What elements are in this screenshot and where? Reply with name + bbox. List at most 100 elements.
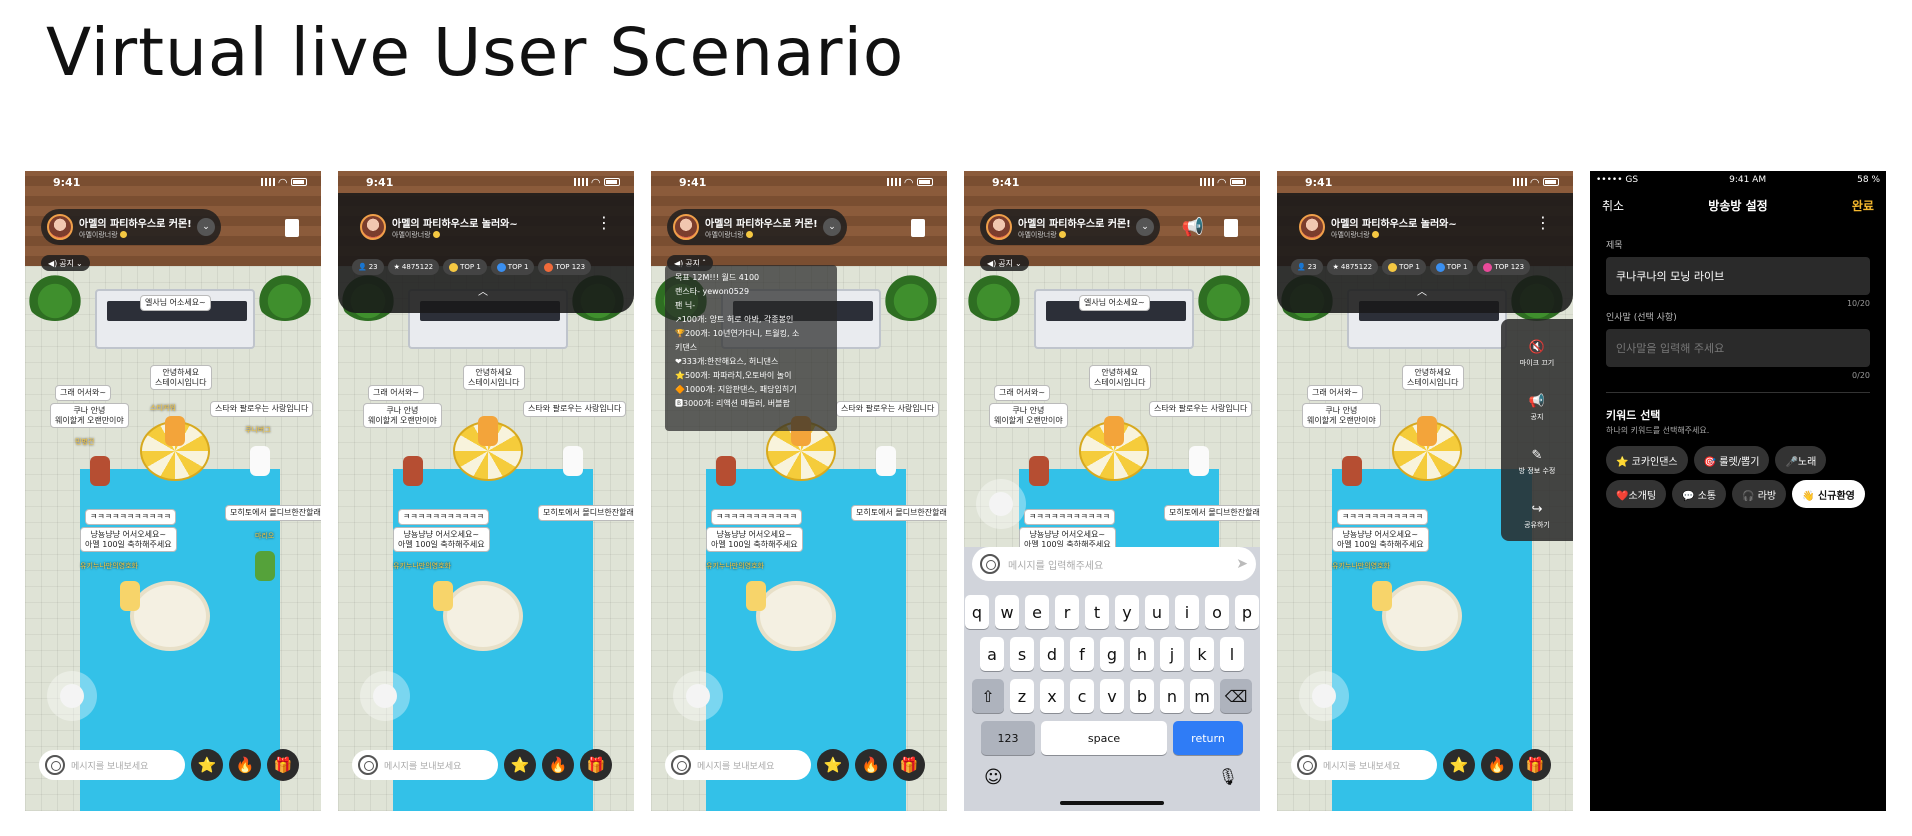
room-header[interactable]: 아멜의 파티하우스로 놀러와~ 아멜이랑너랑 [1293,209,1533,245]
avatar-character[interactable] [165,416,185,446]
keyword-chip[interactable]: 🎤노래 [1775,446,1827,474]
avatar-character[interactable] [563,446,583,476]
rank-badge[interactable]: TOP 1 [490,259,535,275]
avatar-character[interactable] [1189,446,1209,476]
avatar-character[interactable] [433,581,453,611]
host-avatar[interactable] [986,214,1012,240]
title-field[interactable]: 쿠나쿠나의 모닝 라이브 [1606,257,1870,295]
key[interactable]: m [1190,679,1214,713]
key[interactable]: d [1040,637,1064,671]
chevron-down-icon[interactable]: ⌄ [1136,218,1154,236]
key[interactable]: l [1220,637,1244,671]
avatar-character[interactable] [255,551,275,581]
more-vertical-icon[interactable]: ⋮ [1535,215,1551,231]
keyword-chip[interactable]: 💬 소통 [1672,480,1727,508]
joystick[interactable] [47,671,97,721]
backspace-key-icon[interactable]: ⌫ [1220,679,1252,713]
message-input[interactable]: 메시지를 보내보세요 [665,750,811,780]
key[interactable]: x [1040,679,1064,713]
chevron-up-icon[interactable]: ︿ [478,283,488,298]
viewer-count[interactable]: 👤 23 [352,259,384,275]
star-button[interactable]: ⭐ [817,749,849,781]
fire-button[interactable]: 🔥 [542,749,574,781]
share-button[interactable]: ↪ 공유하기 [1501,489,1573,543]
keyword-chip-selected[interactable]: 👋 신규환영 [1792,480,1865,508]
joystick[interactable] [360,671,410,721]
message-input[interactable]: 메시지를 보내보세요 [352,750,498,780]
message-input-active[interactable]: 메시지를 입력해주세요 ➤ [972,547,1256,581]
rank-badge[interactable]: TOP 1 [1382,259,1426,275]
chevron-down-icon[interactable]: ⌄ [823,218,841,236]
more-vertical-icon[interactable]: ⋮ [596,215,612,231]
key[interactable]: y [1115,595,1139,629]
exit-door-icon[interactable] [911,219,925,237]
cancel-button[interactable]: 취소 [1602,197,1624,214]
key[interactable]: e [1025,595,1049,629]
keyword-chip[interactable]: ❤️소개팅 [1606,480,1667,508]
avatar-character[interactable] [1342,456,1362,486]
star-button[interactable]: ⭐ [191,749,223,781]
greeting-field[interactable]: 인사말을 입력해 주세요 [1606,329,1870,367]
edit-room-button[interactable]: ✎ 방 정보 수정 [1501,435,1573,489]
key[interactable]: a [980,637,1004,671]
fire-button[interactable]: 🔥 [229,749,261,781]
joystick[interactable] [673,671,723,721]
rank-badge[interactable]: TOP 1 [1429,259,1474,275]
fire-button[interactable]: 🔥 [1481,749,1513,781]
room-header[interactable]: 아멜의 파티하우스로 커몬! 아멜이랑너랑 ⌄ [667,209,847,245]
key[interactable]: k [1190,637,1214,671]
avatar-character[interactable] [1029,456,1049,486]
key[interactable]: r [1055,595,1079,629]
host-avatar[interactable] [360,214,386,240]
notice-toggle[interactable]: ◀︎) 공지 ⌄ [980,255,1029,271]
rank-badge[interactable]: TOP 123 [538,259,592,275]
key[interactable]: w [995,595,1019,629]
avatar-character[interactable] [90,456,110,486]
exit-door-icon[interactable] [1224,219,1238,237]
fire-button[interactable]: 🔥 [855,749,887,781]
host-avatar[interactable] [1299,214,1325,240]
avatar-character[interactable] [1372,581,1392,611]
key[interactable]: z [1010,679,1034,713]
key[interactable]: j [1160,637,1184,671]
keyword-chip[interactable]: 🎧 라방 [1732,480,1787,508]
gift-button[interactable]: 🎁 [267,749,299,781]
key[interactable]: n [1160,679,1184,713]
room-header[interactable]: 아멜의 파티하우스로 커몬! 아멜이랑너랑 ⌄ [41,209,221,245]
key[interactable]: h [1130,637,1154,671]
gift-button[interactable]: 🎁 [580,749,612,781]
avatar-character[interactable] [716,456,736,486]
star-count[interactable]: ★ 4875122 [387,259,440,275]
key[interactable]: u [1145,595,1169,629]
notice-toggle[interactable]: ◀︎) 공지 ⌄ [41,255,90,271]
star-button[interactable]: ⭐ [504,749,536,781]
key[interactable]: g [1100,637,1124,671]
microphone-icon[interactable]: 🎙 [1218,767,1238,786]
rank-badge[interactable]: TOP 123 [1477,259,1531,275]
space-key[interactable]: space [1041,721,1167,755]
gift-button[interactable]: 🎁 [893,749,925,781]
avatar-character[interactable] [403,456,423,486]
host-avatar[interactable] [47,214,73,240]
key[interactable]: v [1100,679,1124,713]
chevron-up-icon[interactable]: ︿ [1417,283,1427,298]
gift-button[interactable]: 🎁 [1519,749,1551,781]
room-header[interactable]: 아멜의 파티하우스로 커몬! 아멜이랑너랑 ⌄ [980,209,1160,245]
key[interactable]: t [1085,595,1109,629]
megaphone-icon[interactable]: 📢 [1182,217,1204,238]
avatar-character[interactable] [746,581,766,611]
message-input[interactable]: 메시지를 보내보세요 [1291,750,1437,780]
room-header[interactable]: 아멜의 파티하우스로 놀러와~ 아멜이랑너랑 [354,209,594,245]
return-key[interactable]: return [1173,721,1243,755]
star-count[interactable]: ★ 4875122 [1326,259,1379,275]
exit-door-icon[interactable] [285,219,299,237]
avatar-character[interactable] [250,446,270,476]
message-input[interactable]: 메시지를 보내보세요 [39,750,185,780]
key[interactable]: c [1070,679,1094,713]
numbers-key[interactable]: 123 [981,721,1035,755]
key[interactable]: b [1130,679,1154,713]
emoji-key-icon[interactable]: ☺ [984,767,1003,788]
viewer-count[interactable]: 👤 23 [1291,259,1323,275]
joystick[interactable] [976,479,1026,529]
key[interactable]: s [1010,637,1034,671]
